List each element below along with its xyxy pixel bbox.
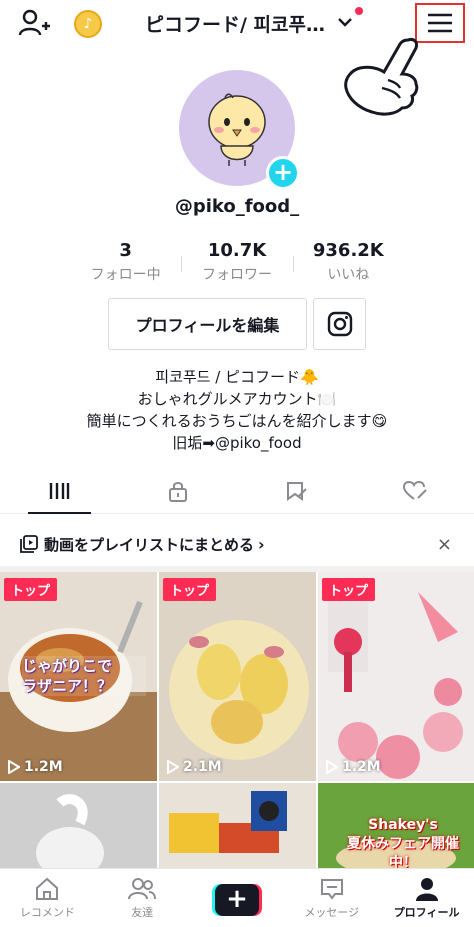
bio-line[interactable]: 旧垢➡@piko_food: [0, 432, 474, 454]
playlist-banner[interactable]: 動画をプレイリストにまとめる › ×: [0, 522, 474, 566]
tab-videos[interactable]: [0, 468, 119, 514]
stat-following[interactable]: 3 フォロー中: [70, 240, 181, 286]
play-icon: [326, 760, 338, 774]
overlay-line: Shakey's 夏休みフェア開催中！: [347, 817, 459, 869]
view-count-text: 1.2M: [24, 759, 63, 775]
music-note-coin-icon[interactable]: ♪: [74, 10, 102, 38]
video-overlay-text: Shakey's 夏休みフェア開催中！: [338, 797, 468, 869]
playlist-icon: [20, 535, 38, 553]
tab-liked[interactable]: [356, 468, 474, 513]
nav-create[interactable]: +: [190, 869, 285, 927]
chevron-right-icon: ›: [258, 534, 265, 554]
stat-followers[interactable]: 10.7K フォロワー: [181, 240, 292, 286]
play-icon: [8, 760, 20, 774]
bio-line: 簡単につくれるおうちごはんを紹介します😋: [86, 412, 388, 430]
top-badge: トップ: [163, 578, 217, 601]
home-icon: [36, 877, 59, 900]
profile-tabs: [0, 468, 474, 514]
profile-handle: @piko_food_: [174, 196, 300, 217]
stat-value: 3: [119, 240, 132, 261]
nav-label: プロフィール: [393, 905, 460, 919]
view-count: 1.2M: [326, 759, 381, 775]
notification-dot: [355, 7, 363, 15]
top-bar: ♪ ピコフード/ 피코푸…: [0, 0, 474, 116]
top-badge: トップ: [322, 578, 376, 601]
video-thumbnail[interactable]: トップ じゃがりこで ラザニア！？ 1.2M: [0, 572, 157, 781]
tab-saved[interactable]: [237, 468, 356, 513]
nav-messages[interactable]: メッセージ: [284, 869, 379, 927]
bottom-nav: レコメンド 友達 + メッセージ プロフィール: [0, 868, 474, 927]
stat-value: 936.2K: [312, 240, 384, 261]
video-thumbnail[interactable]: トップ 2.1M: [159, 572, 316, 781]
hamburger-menu-icon: [428, 13, 452, 33]
stat-label: いいね: [327, 267, 370, 283]
pointing-hand-icon: [338, 36, 428, 118]
instagram-button[interactable]: [313, 298, 366, 350]
account-switcher-title[interactable]: ピコフード/ 피코푸…: [145, 10, 335, 37]
profile-bio: 피코푸드 / ピコフード🐥 おしゃれグルメアカウント🍽️ 簡単につくれるおうちご…: [0, 366, 474, 454]
nav-label: メッセージ: [304, 905, 360, 919]
view-count-text: 2.1M: [183, 759, 222, 775]
friends-icon: [128, 877, 157, 899]
video-thumbnail[interactable]: [0, 783, 157, 869]
stat-label: フォロワー: [201, 267, 272, 283]
video-overlay-text: じゃがりこで ラザニア！？: [22, 656, 146, 696]
nav-friends[interactable]: 友達: [95, 869, 190, 927]
view-count-text: 1.2M: [342, 759, 381, 775]
view-count: 1.2M: [8, 759, 63, 775]
profile-icon: [415, 877, 438, 901]
nav-profile[interactable]: プロフィール: [379, 869, 474, 927]
bio-line: 피코푸드 / ピコフード🐥: [155, 368, 319, 386]
nav-label: 友達: [131, 905, 154, 919]
stat-label: フォロー中: [90, 267, 161, 283]
stat-value: 10.7K: [207, 240, 267, 261]
profile-stats: 3 フォロー中 10.7K フォロワー 936.2K いいね: [70, 240, 404, 286]
inbox-icon: [320, 878, 343, 900]
chevron-down-icon[interactable]: [337, 14, 353, 28]
tab-private[interactable]: [119, 468, 238, 513]
videos-grid-icon: [50, 482, 70, 499]
nav-recommend[interactable]: レコメンド: [0, 869, 95, 927]
edit-profile-button[interactable]: プロフィールを編集: [108, 298, 307, 350]
playlist-banner-text: 動画をプレイリストにまとめる: [44, 535, 255, 554]
close-icon[interactable]: ×: [437, 534, 452, 555]
video-thumbnail[interactable]: トップ 1.2M: [318, 572, 474, 781]
play-icon: [167, 760, 179, 774]
view-count: 2.1M: [167, 759, 222, 775]
instagram-icon: [327, 311, 352, 337]
video-thumbnail[interactable]: Shakey's 夏休みフェア開催中！: [318, 783, 474, 869]
bio-line: おしゃれグルメアカウント🍽️: [137, 390, 337, 408]
add-avatar-plus-icon[interactable]: +: [266, 156, 300, 190]
nav-label: レコメンド: [19, 905, 75, 919]
add-user-icon[interactable]: [18, 8, 50, 38]
lock-icon: [168, 481, 187, 502]
liked-heart-icon: [402, 480, 427, 500]
video-thumbnail[interactable]: [159, 783, 316, 869]
top-badge: トップ: [4, 578, 58, 601]
stat-likes[interactable]: 936.2K いいね: [292, 240, 404, 286]
bookmark-icon: [287, 481, 307, 501]
create-plus-icon: +: [211, 884, 262, 916]
